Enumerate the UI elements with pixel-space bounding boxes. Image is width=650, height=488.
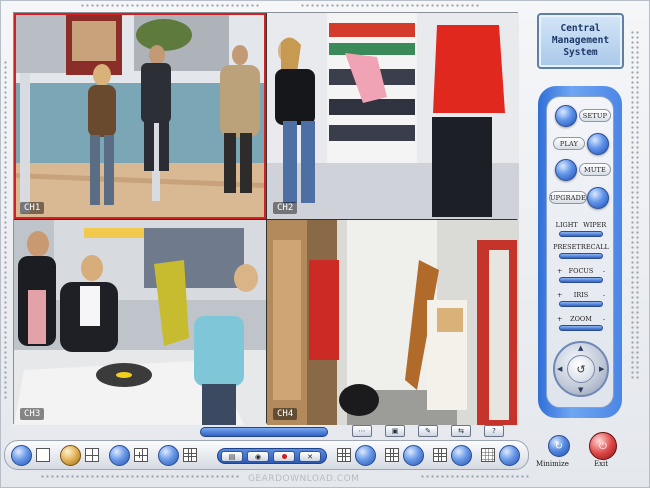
recall-label: RECALL bbox=[580, 243, 609, 251]
wiper-label: WIPER bbox=[583, 221, 607, 229]
layout-1-icon[interactable] bbox=[36, 448, 50, 462]
focus-plus[interactable]: + bbox=[557, 267, 562, 275]
ptz-center-reset-icon[interactable]: ↺ bbox=[567, 355, 595, 383]
grid-dots-icon[interactable]: ⋯ bbox=[352, 425, 372, 437]
link-icon[interactable]: ⇆ bbox=[451, 425, 471, 437]
iris-bar[interactable] bbox=[559, 301, 603, 307]
camera-4-scene bbox=[267, 220, 519, 425]
layout-1-orb[interactable] bbox=[11, 445, 32, 466]
light-wiper-labels: LIGHT WIPER bbox=[547, 221, 615, 229]
preset-label: PRESET bbox=[553, 243, 581, 251]
upgrade-orb[interactable] bbox=[587, 187, 609, 209]
camera-1-label: CH1 bbox=[20, 202, 45, 214]
layout-10-icon[interactable] bbox=[385, 448, 399, 462]
layout-10-orb[interactable] bbox=[403, 445, 424, 466]
arrow-down-icon[interactable]: ▼ bbox=[578, 386, 583, 394]
setup-button[interactable]: SETUP bbox=[579, 109, 611, 122]
iris-label-row: + IRIS - bbox=[547, 291, 615, 299]
light-wiper-bar[interactable] bbox=[559, 231, 603, 237]
toolbar-tab-handle[interactable] bbox=[200, 427, 328, 437]
play-button[interactable]: PLAY bbox=[553, 137, 585, 150]
layout-16-orb[interactable] bbox=[499, 445, 520, 466]
camera-3-scene bbox=[14, 220, 266, 425]
layout-16-icon[interactable] bbox=[481, 448, 495, 462]
iris-label: IRIS bbox=[573, 291, 589, 299]
camera-view-4[interactable]: CH4 bbox=[267, 220, 519, 425]
mute-button[interactable]: MUTE bbox=[579, 163, 611, 176]
snapshot-icon[interactable]: ▤ bbox=[221, 451, 243, 462]
brand-logo: Central Management System bbox=[537, 13, 624, 69]
arrow-up-icon[interactable]: ▲ bbox=[578, 344, 583, 352]
iris-minus[interactable]: - bbox=[603, 291, 605, 299]
watermark-text: GEARDOWNLOAD.COM bbox=[248, 474, 360, 484]
camera-1-scene bbox=[14, 13, 266, 219]
layout-9b-orb[interactable] bbox=[355, 445, 376, 466]
tools-icon[interactable]: ✕ bbox=[299, 451, 321, 462]
top-vent bbox=[80, 3, 260, 9]
ptz-direction-pad[interactable]: ▲ ▼ ◀ ▶ ↺ bbox=[553, 341, 609, 397]
zoom-minus[interactable]: - bbox=[603, 315, 605, 323]
layout-6-orb[interactable] bbox=[109, 445, 130, 466]
arrow-right-icon[interactable]: ▶ bbox=[599, 365, 604, 373]
iris-plus[interactable]: + bbox=[557, 291, 562, 299]
layout-9-icon[interactable] bbox=[183, 448, 197, 462]
camera-4-label: CH4 bbox=[273, 408, 298, 420]
focus-minus[interactable]: - bbox=[603, 267, 605, 275]
focus-bar[interactable] bbox=[559, 277, 603, 283]
brand-title: Central Management System bbox=[551, 23, 610, 58]
exit-button[interactable]: ⏻ bbox=[589, 432, 617, 460]
ptz-inner: SETUP PLAY MUTE UPGRADE LIGHT WIPER PRES… bbox=[546, 96, 614, 408]
zoom-plus[interactable]: + bbox=[557, 315, 562, 323]
upgrade-button[interactable]: UPGRADE bbox=[549, 191, 587, 204]
bottom-vent-right bbox=[420, 474, 530, 480]
left-vent bbox=[3, 60, 9, 400]
light-label: LIGHT bbox=[555, 221, 578, 229]
pen-icon[interactable]: ✎ bbox=[418, 425, 438, 437]
camera-view-2[interactable]: CH2 bbox=[267, 13, 519, 219]
camera-view-3[interactable]: CH3 bbox=[14, 220, 266, 425]
record-controls: ▤ ◉ ✕ bbox=[217, 448, 327, 464]
bottom-vent bbox=[40, 474, 240, 480]
ptz-control-panel: SETUP PLAY MUTE UPGRADE LIGHT WIPER PRES… bbox=[538, 86, 622, 418]
zoom-label: ZOOM bbox=[570, 315, 592, 323]
layout-13-icon[interactable] bbox=[433, 448, 447, 462]
layout-9-orb[interactable] bbox=[158, 445, 179, 466]
camera-3-label: CH3 bbox=[20, 408, 45, 420]
video-grid: CH1 CH2 CH3 CH4 bbox=[13, 12, 519, 425]
camera-2-scene bbox=[267, 13, 519, 219]
arrow-left-icon[interactable]: ◀ bbox=[557, 365, 562, 373]
minimize-button[interactable]: ↻ bbox=[548, 435, 570, 457]
layout-13-orb[interactable] bbox=[451, 445, 472, 466]
layout-4-icon[interactable] bbox=[85, 448, 99, 462]
zoom-label-row: + ZOOM - bbox=[547, 315, 615, 323]
help-icon[interactable]: ? bbox=[484, 425, 504, 437]
top-vent-right bbox=[300, 3, 480, 9]
focus-label-row: + FOCUS - bbox=[547, 267, 615, 275]
focus-label: FOCUS bbox=[568, 267, 594, 275]
layout-toolbar: ▤ ◉ ✕ bbox=[4, 440, 529, 470]
layout-4-orb[interactable] bbox=[60, 445, 81, 466]
camera-2-label: CH2 bbox=[273, 202, 298, 214]
layout-9b-icon[interactable] bbox=[337, 448, 351, 462]
camera-view-1[interactable]: CH1 bbox=[14, 13, 266, 219]
right-vent bbox=[630, 30, 640, 380]
mute-orb[interactable] bbox=[555, 159, 577, 181]
play-orb[interactable] bbox=[587, 133, 609, 155]
exit-label: Exit bbox=[594, 460, 609, 468]
preset-recall-bar[interactable] bbox=[559, 253, 603, 259]
record-icon[interactable] bbox=[273, 451, 295, 462]
layout-6-icon[interactable] bbox=[134, 448, 148, 462]
preset-recall-labels: PRESET RECALL bbox=[547, 243, 615, 251]
minimize-label: Minimize bbox=[536, 460, 569, 468]
setup-orb[interactable] bbox=[555, 105, 577, 127]
monitor-icon[interactable]: ▣ bbox=[385, 425, 405, 437]
zoom-bar[interactable] bbox=[559, 325, 603, 331]
camera-icon[interactable]: ◉ bbox=[247, 451, 269, 462]
